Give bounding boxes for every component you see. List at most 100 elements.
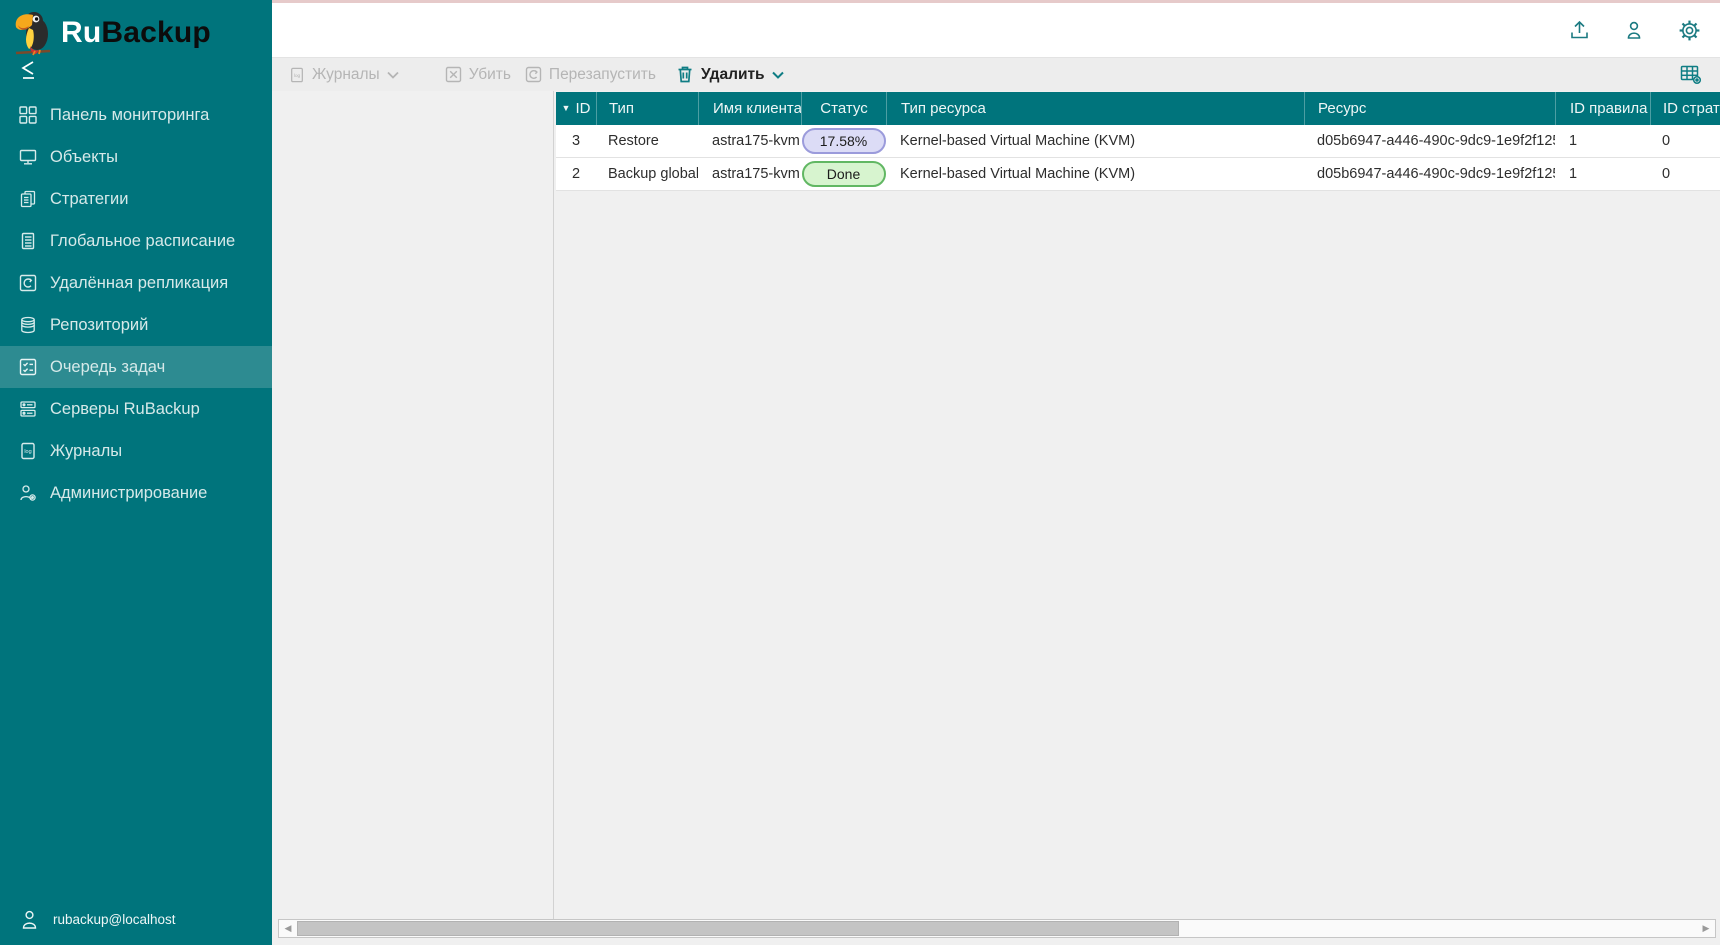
sidebar-item-administration[interactable]: Администрирование xyxy=(0,472,272,514)
sidebar-item-objects[interactable]: Объекты xyxy=(0,136,272,178)
sidebar-item-repository[interactable]: Репозиторий xyxy=(0,304,272,346)
kill-button-label: Убить xyxy=(468,65,511,83)
sidebar-item-servers[interactable]: Серверы RuBackup xyxy=(0,388,272,430)
chevron-down-icon xyxy=(771,71,784,79)
sidebar-item-label: Стратегии xyxy=(50,189,129,208)
cell-id: 2 xyxy=(571,166,581,182)
journals-button[interactable]: log Журналы xyxy=(289,66,399,84)
chevron-down-icon xyxy=(387,71,399,79)
monitor-icon xyxy=(19,149,37,165)
sidebar-item-label: Серверы RuBackup xyxy=(50,399,200,418)
table-row[interactable]: 3 Restore astra175-kvm 17.58% Kernel-bas… xyxy=(556,125,1720,158)
table-viewport-left-border xyxy=(553,91,554,919)
column-header-status[interactable]: Статус xyxy=(801,92,886,125)
schedule-icon xyxy=(21,232,35,250)
sidebar-user[interactable]: rubackup@localhost xyxy=(21,910,176,929)
column-header-resource-type[interactable]: Тип ресурса xyxy=(886,92,1304,125)
sidebar-menu: Панель мониторинга Объекты Стратегии Гло… xyxy=(0,94,272,514)
log-icon: log xyxy=(291,67,303,82)
trash-icon xyxy=(678,66,692,83)
user-login-label: rubackup@localhost xyxy=(53,912,176,927)
column-header-id[interactable]: ▼ ID xyxy=(556,92,596,125)
restart-icon xyxy=(525,66,542,83)
task-queue-icon xyxy=(19,358,37,376)
column-header-rule-id[interactable]: ID правила xyxy=(1555,92,1650,125)
restart-button-label: Перезапустить xyxy=(548,65,656,83)
sidebar-item-label: Репозиторий xyxy=(50,315,149,334)
cell-status: 17.58% xyxy=(801,125,886,157)
sidebar-item-label: Панель мониторинга xyxy=(50,105,210,124)
sidebar-item-label: Объекты xyxy=(50,147,119,166)
table-header-row: ▼ ID Тип Имя клиента Статус Тип ресурса … xyxy=(556,92,1720,125)
cell-type: Restore xyxy=(608,133,659,149)
delete-button[interactable]: Удалить xyxy=(676,65,784,84)
database-icon xyxy=(21,316,35,334)
upload-icon xyxy=(1570,20,1588,38)
sidebar-item-label: Удалённая репликация xyxy=(50,273,229,292)
cell-strategy-id: 0 xyxy=(1662,166,1671,182)
sidebar-item-task-queue[interactable]: Очередь задач xyxy=(0,346,272,388)
delete-button-label: Удалить xyxy=(700,65,765,83)
cell-resource-type: Kernel-based Virtual Machine (KVM) xyxy=(900,166,1136,182)
status-badge: 17.58% xyxy=(801,128,886,154)
cell-id: 3 xyxy=(571,133,581,149)
horizontal-scrollbar[interactable]: ◀ ▶ xyxy=(278,919,1716,938)
cell-type: Backup global xyxy=(608,166,698,182)
kill-button[interactable]: Убить xyxy=(445,66,511,84)
main-area: log Журналы Убить Перезапустить Удалить … xyxy=(272,0,1720,945)
actions-toolbar: log Журналы Убить Перезапустить Удалить xyxy=(272,57,1720,91)
log-icon: log xyxy=(21,442,35,460)
documents-icon xyxy=(20,190,36,208)
logo: RuBackup xyxy=(0,0,272,60)
column-header-type[interactable]: Тип xyxy=(596,92,698,125)
column-header-strategy-id[interactable]: ID стратегии xyxy=(1650,92,1720,125)
column-header-client[interactable]: Имя клиента xyxy=(698,92,801,125)
user-icon xyxy=(22,910,37,929)
profile-button[interactable] xyxy=(1622,18,1646,42)
toucan-logo-icon xyxy=(15,12,51,56)
dashboard-icon xyxy=(19,106,37,124)
sidebar-item-journals[interactable]: log Журналы xyxy=(0,430,272,472)
sidebar-item-strategies[interactable]: Стратегии xyxy=(0,178,272,220)
gear-icon xyxy=(1679,20,1699,40)
sidebar-item-label: Глобальное расписание xyxy=(50,231,236,250)
cell-resource: d05b6947-a446-490c-9dc9-1e9f2f12554d xyxy=(1317,166,1555,182)
admin-user-gear-icon xyxy=(20,485,36,501)
horizontal-scrollbar-track[interactable] xyxy=(297,920,1697,937)
cell-strategy-id: 0 xyxy=(1662,133,1671,149)
sidebar-item-label: Администрирование xyxy=(50,483,208,502)
journals-button-label: Журналы xyxy=(312,65,380,83)
horizontal-scrollbar-thumb[interactable] xyxy=(297,921,1179,936)
svg-text:log: log xyxy=(294,72,301,78)
restart-button[interactable]: Перезапустить xyxy=(525,66,656,84)
sidebar: RuBackup Панель мониторинга Объекты Стра… xyxy=(0,0,272,945)
sidebar-item-dashboard[interactable]: Панель мониторинга xyxy=(0,94,272,136)
cell-client: astra175-kvm xyxy=(712,133,800,149)
column-settings-button[interactable] xyxy=(1680,64,1702,85)
column-header-resource[interactable]: Ресурс xyxy=(1304,92,1555,125)
cell-resource-type: Kernel-based Virtual Machine (KVM) xyxy=(900,133,1136,149)
sort-desc-icon: ▼ xyxy=(561,103,571,113)
cell-rule-id: 1 xyxy=(1569,133,1578,149)
sidebar-collapse-button[interactable] xyxy=(18,60,44,86)
task-queue-table: ▼ ID Тип Имя клиента Статус Тип ресурса … xyxy=(556,92,1720,191)
top-bar xyxy=(272,3,1720,57)
scroll-right-arrow[interactable]: ▶ xyxy=(1697,920,1715,937)
replication-icon xyxy=(19,274,37,292)
settings-button[interactable] xyxy=(1677,18,1701,42)
cell-status: Done xyxy=(801,158,886,190)
brand-text: RuBackup xyxy=(61,16,211,50)
sidebar-item-global-schedule[interactable]: Глобальное расписание xyxy=(0,220,272,262)
table-row[interactable]: 2 Backup global astra175-kvm Done Kernel… xyxy=(556,158,1720,191)
sidebar-item-remote-replication[interactable]: Удалённая репликация xyxy=(0,262,272,304)
brand-suffix: Backup xyxy=(101,16,211,49)
rubackup-app: RuBackup Панель мониторинга Объекты Стра… xyxy=(0,0,1720,945)
kill-x-icon xyxy=(445,66,461,83)
collapse-icon xyxy=(21,61,34,79)
sidebar-item-label: Очередь задач xyxy=(50,357,166,376)
servers-icon xyxy=(20,401,36,417)
upload-button[interactable] xyxy=(1567,18,1591,42)
brand-prefix: Ru xyxy=(61,16,102,49)
scroll-left-arrow[interactable]: ◀ xyxy=(279,920,297,937)
cell-rule-id: 1 xyxy=(1569,166,1578,182)
